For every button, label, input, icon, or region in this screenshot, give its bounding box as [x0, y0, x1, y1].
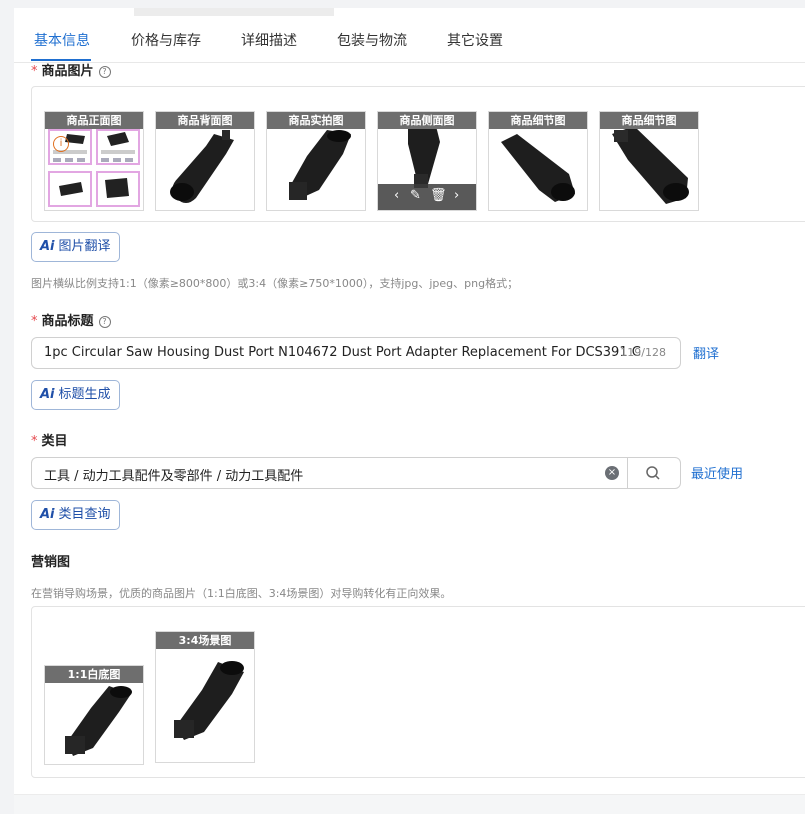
- question-circle-icon[interactable]: ?: [98, 316, 111, 328]
- image-tile-front[interactable]: i 商品正面图: [44, 111, 144, 211]
- image-caption: 1:1白底图: [45, 666, 143, 683]
- product-images-box: i 商品正面图 商品背面图 商品实拍图 商品侧面图 ‹ ✎ 🗑 › 商品细节图 …: [31, 86, 805, 222]
- question-circle-icon[interactable]: ?: [98, 66, 111, 78]
- image-caption: 商品细节图: [489, 112, 587, 129]
- translate-link[interactable]: 翻译: [693, 343, 719, 362]
- edit-icon[interactable]: ✎: [410, 188, 421, 203]
- image-translate-button[interactable]: Ai 图片翻译: [31, 232, 120, 262]
- image-tile-detail-1[interactable]: 商品细节图: [488, 111, 588, 211]
- ai-icon: Ai: [40, 239, 55, 254]
- recent-used-link[interactable]: 最近使用: [691, 463, 743, 482]
- tab-basic-info[interactable]: 基本信息: [34, 30, 90, 50]
- search-icon: [646, 466, 660, 480]
- chevron-left-icon[interactable]: ‹: [394, 188, 399, 203]
- image-caption: 商品背面图: [156, 112, 254, 129]
- trash-icon[interactable]: 🗑: [430, 188, 447, 203]
- marketing-images-box: 1:1白底图 3:4场景图: [31, 606, 805, 778]
- ai-icon: Ai: [40, 507, 55, 522]
- title-generate-button[interactable]: Ai 标题生成: [31, 380, 120, 410]
- image-format-hint: 图片横纵比例支持1:1（像素≥800*800）或3:4（像素≥750*1000）…: [31, 277, 519, 290]
- clear-icon[interactable]: ×: [605, 466, 619, 480]
- image-caption: 商品实拍图: [267, 112, 365, 129]
- marketing-images-hint: 在营销导购场景，优质的商品图片（1:1白底图、3:4场景图）对导购转化有正向效果…: [31, 587, 452, 600]
- product-title-label: * 商品标题?: [31, 310, 111, 329]
- bottom-scroll-edge: [14, 794, 805, 814]
- image-caption: 商品细节图: [600, 112, 698, 129]
- image-tile-back[interactable]: 商品背面图: [155, 111, 255, 211]
- image-caption: 商品正面图: [45, 112, 143, 129]
- product-images-label: * 商品图片?: [31, 60, 111, 79]
- image-tile-side[interactable]: 商品侧面图 ‹ ✎ 🗑 ›: [377, 111, 477, 211]
- image-tile-detail-2[interactable]: 商品细节图: [599, 111, 699, 211]
- warning-circle-icon[interactable]: i: [53, 136, 69, 152]
- image-caption: 3:4场景图: [156, 632, 254, 649]
- category-label: * 类目: [31, 434, 68, 449]
- image-action-bar: ‹ ✎ 🗑 ›: [378, 184, 476, 210]
- product-photo: [174, 661, 244, 740]
- image-tile-real-shot[interactable]: 商品实拍图: [266, 111, 366, 211]
- category-query-button[interactable]: Ai 类目查询: [31, 500, 120, 530]
- tab-packaging-logistics[interactable]: 包装与物流: [337, 30, 407, 50]
- category-search-button[interactable]: [627, 458, 680, 488]
- marketing-images-label: 营销图: [31, 555, 71, 570]
- section-tabs: 基本信息 价格与库存 详细描述 包装与物流 其它设置: [14, 16, 805, 63]
- title-char-counter: 119/128: [620, 346, 666, 359]
- ai-icon: Ai: [40, 387, 55, 402]
- product-title-input[interactable]: 1pc Circular Saw Housing Dust Port N1046…: [31, 337, 681, 369]
- marketing-tile-white-bg[interactable]: 1:1白底图: [44, 665, 144, 765]
- tab-price-stock[interactable]: 价格与库存: [131, 30, 201, 50]
- image-caption: 商品侧面图: [378, 112, 476, 129]
- tab-other-settings[interactable]: 其它设置: [447, 30, 503, 50]
- tab-detail-description[interactable]: 详细描述: [241, 30, 297, 50]
- product-edit-panel: 基本信息 价格与库存 详细描述 包装与物流 其它设置 * 商品图片? i 商品正…: [14, 8, 805, 814]
- top-scroll-strip: [134, 8, 334, 16]
- category-input[interactable]: 工具 / 动力工具配件及零部件 / 动力工具配件 ×: [31, 457, 681, 489]
- chevron-right-icon[interactable]: ›: [454, 188, 459, 203]
- marketing-tile-scene[interactable]: 3:4场景图: [155, 631, 255, 763]
